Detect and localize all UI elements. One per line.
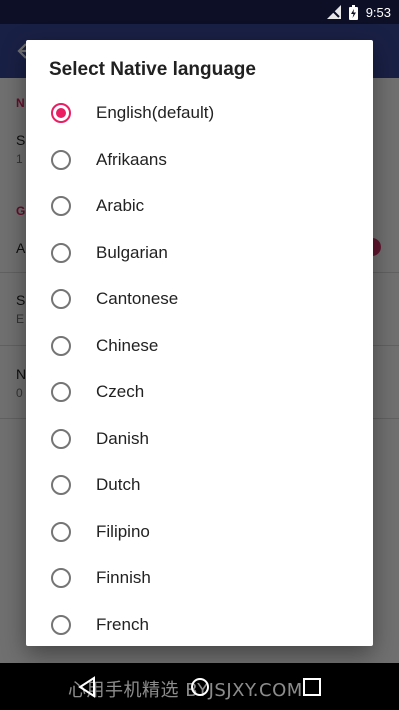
battery-charging-icon — [348, 4, 358, 20]
language-option[interactable]: Bulgarian — [26, 230, 373, 277]
watermark-text: 心用手机精选 BYJSJXY.COM — [68, 680, 303, 701]
radio-unchecked-icon[interactable] — [51, 242, 71, 263]
radio-unchecked-icon[interactable] — [51, 196, 71, 217]
radio-unchecked-icon[interactable] — [51, 289, 71, 310]
language-option-label: English(default) — [96, 103, 215, 123]
language-option-label: Dutch — [96, 475, 141, 495]
status-time: 9:53 — [365, 4, 391, 20]
no-signal-icon — [326, 5, 341, 19]
language-option[interactable]: Czech — [26, 369, 373, 416]
recents-nav-icon[interactable] — [300, 675, 324, 699]
radio-checked-icon[interactable] — [51, 103, 71, 124]
language-option[interactable]: Chinese — [26, 323, 373, 370]
language-option-label: Afrikaans — [96, 149, 167, 169]
status-bar: 9:53 — [0, 0, 399, 24]
language-option-label: Filipino — [96, 521, 150, 541]
language-option-label: Finnish — [96, 568, 151, 588]
language-option-label: Cantonese — [96, 289, 179, 309]
dialog-title: Select Native language — [49, 59, 256, 80]
language-option-label: Danish — [96, 428, 149, 448]
language-option-list: English(default) Afrikaans Arabic Bulgarian… — [26, 90, 373, 646]
language-option[interactable]: Afrikaans — [26, 137, 373, 184]
language-option[interactable]: Cantonese — [26, 276, 373, 323]
language-option[interactable]: French — [26, 602, 373, 647]
radio-unchecked-icon[interactable] — [51, 335, 71, 356]
language-option-label: Arabic — [96, 196, 145, 216]
radio-unchecked-icon[interactable] — [51, 614, 71, 635]
select-language-dialog: Select Native language English(default) A… — [26, 40, 373, 646]
radio-unchecked-icon[interactable] — [51, 149, 71, 170]
language-option[interactable]: English(default) — [26, 90, 373, 137]
radio-unchecked-icon[interactable] — [51, 568, 71, 589]
radio-unchecked-icon[interactable] — [51, 475, 71, 496]
language-option[interactable]: Dutch — [26, 462, 373, 509]
language-option-label: Czech — [96, 382, 145, 402]
radio-unchecked-icon[interactable] — [51, 521, 71, 542]
status-icons: 9:53 — [326, 0, 391, 24]
language-option-label: Chinese — [96, 335, 159, 355]
language-option[interactable]: Finnish — [26, 555, 373, 602]
radio-unchecked-icon[interactable] — [51, 382, 71, 403]
language-option[interactable]: Arabic — [26, 183, 373, 230]
language-option-label: French — [96, 614, 149, 634]
language-option[interactable]: Danish — [26, 416, 373, 463]
language-option-label: Bulgarian — [96, 242, 168, 262]
language-option[interactable]: Filipino — [26, 509, 373, 556]
radio-unchecked-icon[interactable] — [51, 428, 71, 449]
